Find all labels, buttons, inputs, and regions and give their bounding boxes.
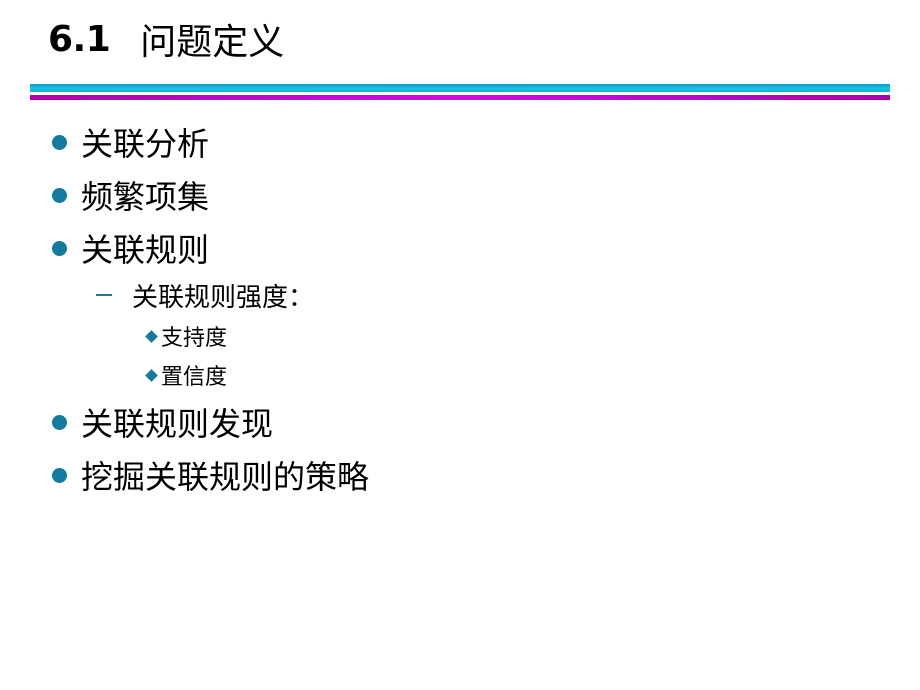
bullet-item: 关联分析 [52,122,210,163]
bullet-text: 频繁项集 [81,178,210,216]
sub-bullet-item: 关联规则强度： [96,279,315,313]
bullet-text: 关联规则发现 [81,405,274,443]
diamond-bullet-icon [145,329,158,343]
sub-sub-bullet-text: 支持度 [161,326,228,351]
sub-sub-bullet-text: 置信度 [161,365,228,390]
slide-title: 6.1 问题定义 [48,14,284,64]
title-underline-cyan [30,84,890,92]
title-underline-magenta [30,95,890,100]
sub-sub-bullet-item: 支持度 [145,322,228,351]
bullet-dot-icon [52,240,67,256]
bullet-dot-icon [52,187,67,203]
sub-sub-bullet-item: 置信度 [145,361,228,390]
bullet-text: 挖掘关联规则的策略 [81,458,370,496]
dash-bullet-icon [96,294,112,296]
bullet-dot-icon [52,134,67,150]
bullet-item: 频繁项集 [52,175,210,216]
diamond-bullet-icon [145,368,158,382]
section-title: 问题定义 [140,22,285,63]
bullet-text: 关联分析 [81,125,210,163]
bullet-dot-icon [52,414,67,430]
bullet-dot-icon [52,467,67,483]
section-number: 6.1 [48,18,111,60]
bullet-text: 关联规则 [81,231,210,269]
bullet-item: 关联规则 [52,228,210,269]
bullet-item: 关联规则发现 [52,402,274,443]
sub-bullet-text: 关联规则强度： [132,282,315,313]
bullet-item: 挖掘关联规则的策略 [52,455,370,496]
